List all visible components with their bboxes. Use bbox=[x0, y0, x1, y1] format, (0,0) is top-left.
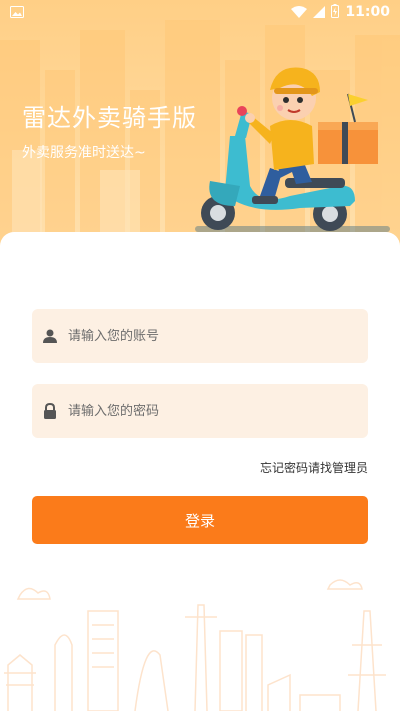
clock-time: 11:00 bbox=[345, 4, 390, 20]
image-icon bbox=[10, 3, 24, 22]
footer-city-illustration bbox=[4, 579, 386, 711]
wifi-icon bbox=[291, 3, 308, 22]
battery-charging-icon bbox=[331, 3, 340, 22]
account-input[interactable] bbox=[66, 327, 350, 345]
login-button[interactable]: 登录 bbox=[32, 496, 368, 544]
password-field[interactable] bbox=[32, 384, 368, 438]
account-field[interactable] bbox=[32, 309, 368, 363]
app-subtitle: 外卖服务准时送达~ bbox=[22, 145, 146, 161]
cellular-signal-icon bbox=[313, 3, 326, 22]
forgot-password-hint: 忘记密码请找管理员 bbox=[259, 461, 368, 475]
user-icon bbox=[42, 328, 58, 344]
status-bar: 11:00 bbox=[0, 0, 400, 24]
app-title: 雷达外卖骑手版 bbox=[22, 104, 197, 132]
hero-banner: 11:00 雷达外卖骑手版 外卖服务准时送达~ bbox=[0, 0, 400, 250]
lock-icon bbox=[42, 403, 58, 419]
delivery-rider-illustration bbox=[195, 67, 390, 232]
password-input[interactable] bbox=[66, 402, 350, 420]
